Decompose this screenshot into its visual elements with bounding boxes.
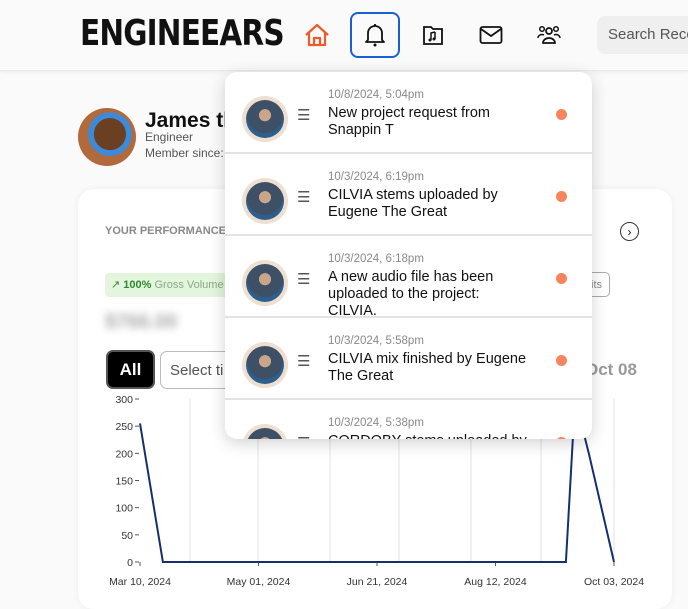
- unread-dot: [556, 191, 567, 202]
- notification-item[interactable]: ☰ 10/3/2024, 5:58pm CILVIA mix finished …: [225, 318, 592, 400]
- unread-dot: [556, 273, 567, 284]
- notification-item[interactable]: ☰ 10/8/2024, 5:04pm New project request …: [225, 72, 592, 154]
- y-tick-label: 200: [115, 448, 133, 460]
- notification-message: CILVIA stems uploaded by Eugene The Grea…: [328, 187, 528, 221]
- x-tick-label: Aug 12, 2024: [464, 576, 527, 588]
- notification-time: 10/3/2024, 5:58pm: [328, 335, 424, 347]
- x-tick-label: Mar 10, 2024: [109, 576, 171, 588]
- y-tick-label: 250: [115, 421, 133, 433]
- notification-message: New project request from Snappin T: [328, 105, 528, 139]
- notification-item[interactable]: ☰ 10/3/2024, 6:19pm CILVIA stems uploade…: [225, 154, 592, 236]
- y-tick-label: 50: [121, 530, 133, 542]
- notifications-dropdown: ☰ 10/8/2024, 5:04pm New project request …: [225, 72, 592, 439]
- checklist-icon: ☰: [297, 188, 310, 206]
- checklist-icon: ☰: [297, 106, 310, 124]
- notification-message: A new audio file has been uploaded to th…: [328, 269, 528, 320]
- notification-item[interactable]: ☰ 10/3/2024, 6:18pm A new audio file has…: [225, 236, 592, 318]
- unread-dot: [556, 109, 567, 120]
- notification-time: 10/3/2024, 5:38pm: [328, 417, 424, 429]
- sender-avatar: [242, 342, 288, 388]
- unread-dot: [556, 355, 567, 366]
- x-tick-label: May 01, 2024: [227, 576, 291, 588]
- y-tick-label: 300: [115, 394, 133, 406]
- y-tick-label: 100: [115, 503, 133, 515]
- x-tick-label: Oct 03, 2024: [584, 576, 644, 588]
- notification-item[interactable]: ☰ 10/3/2024, 5:38pm CORDOBY stems upload…: [225, 400, 592, 439]
- checklist-icon: ☰: [297, 352, 310, 370]
- notification-time: 10/3/2024, 6:19pm: [328, 171, 424, 183]
- notification-message: CORDOBY stems uploaded by ...: [328, 433, 528, 439]
- unread-dot: [556, 437, 567, 439]
- sender-avatar: [242, 260, 288, 306]
- x-tick-label: Jun 21, 2024: [347, 576, 408, 588]
- y-tick-label: 0: [127, 557, 133, 569]
- notification-time: 10/3/2024, 6:18pm: [328, 253, 424, 265]
- sender-avatar: [242, 96, 288, 142]
- notification-message: CILVIA mix finished by Eugene The Great: [328, 351, 528, 385]
- checklist-icon: ☰: [297, 434, 310, 439]
- notification-time: 10/8/2024, 5:04pm: [328, 89, 424, 101]
- sender-avatar: [242, 424, 288, 439]
- y-tick-label: 150: [115, 476, 133, 488]
- sender-avatar: [242, 178, 288, 224]
- checklist-icon: ☰: [297, 270, 310, 288]
